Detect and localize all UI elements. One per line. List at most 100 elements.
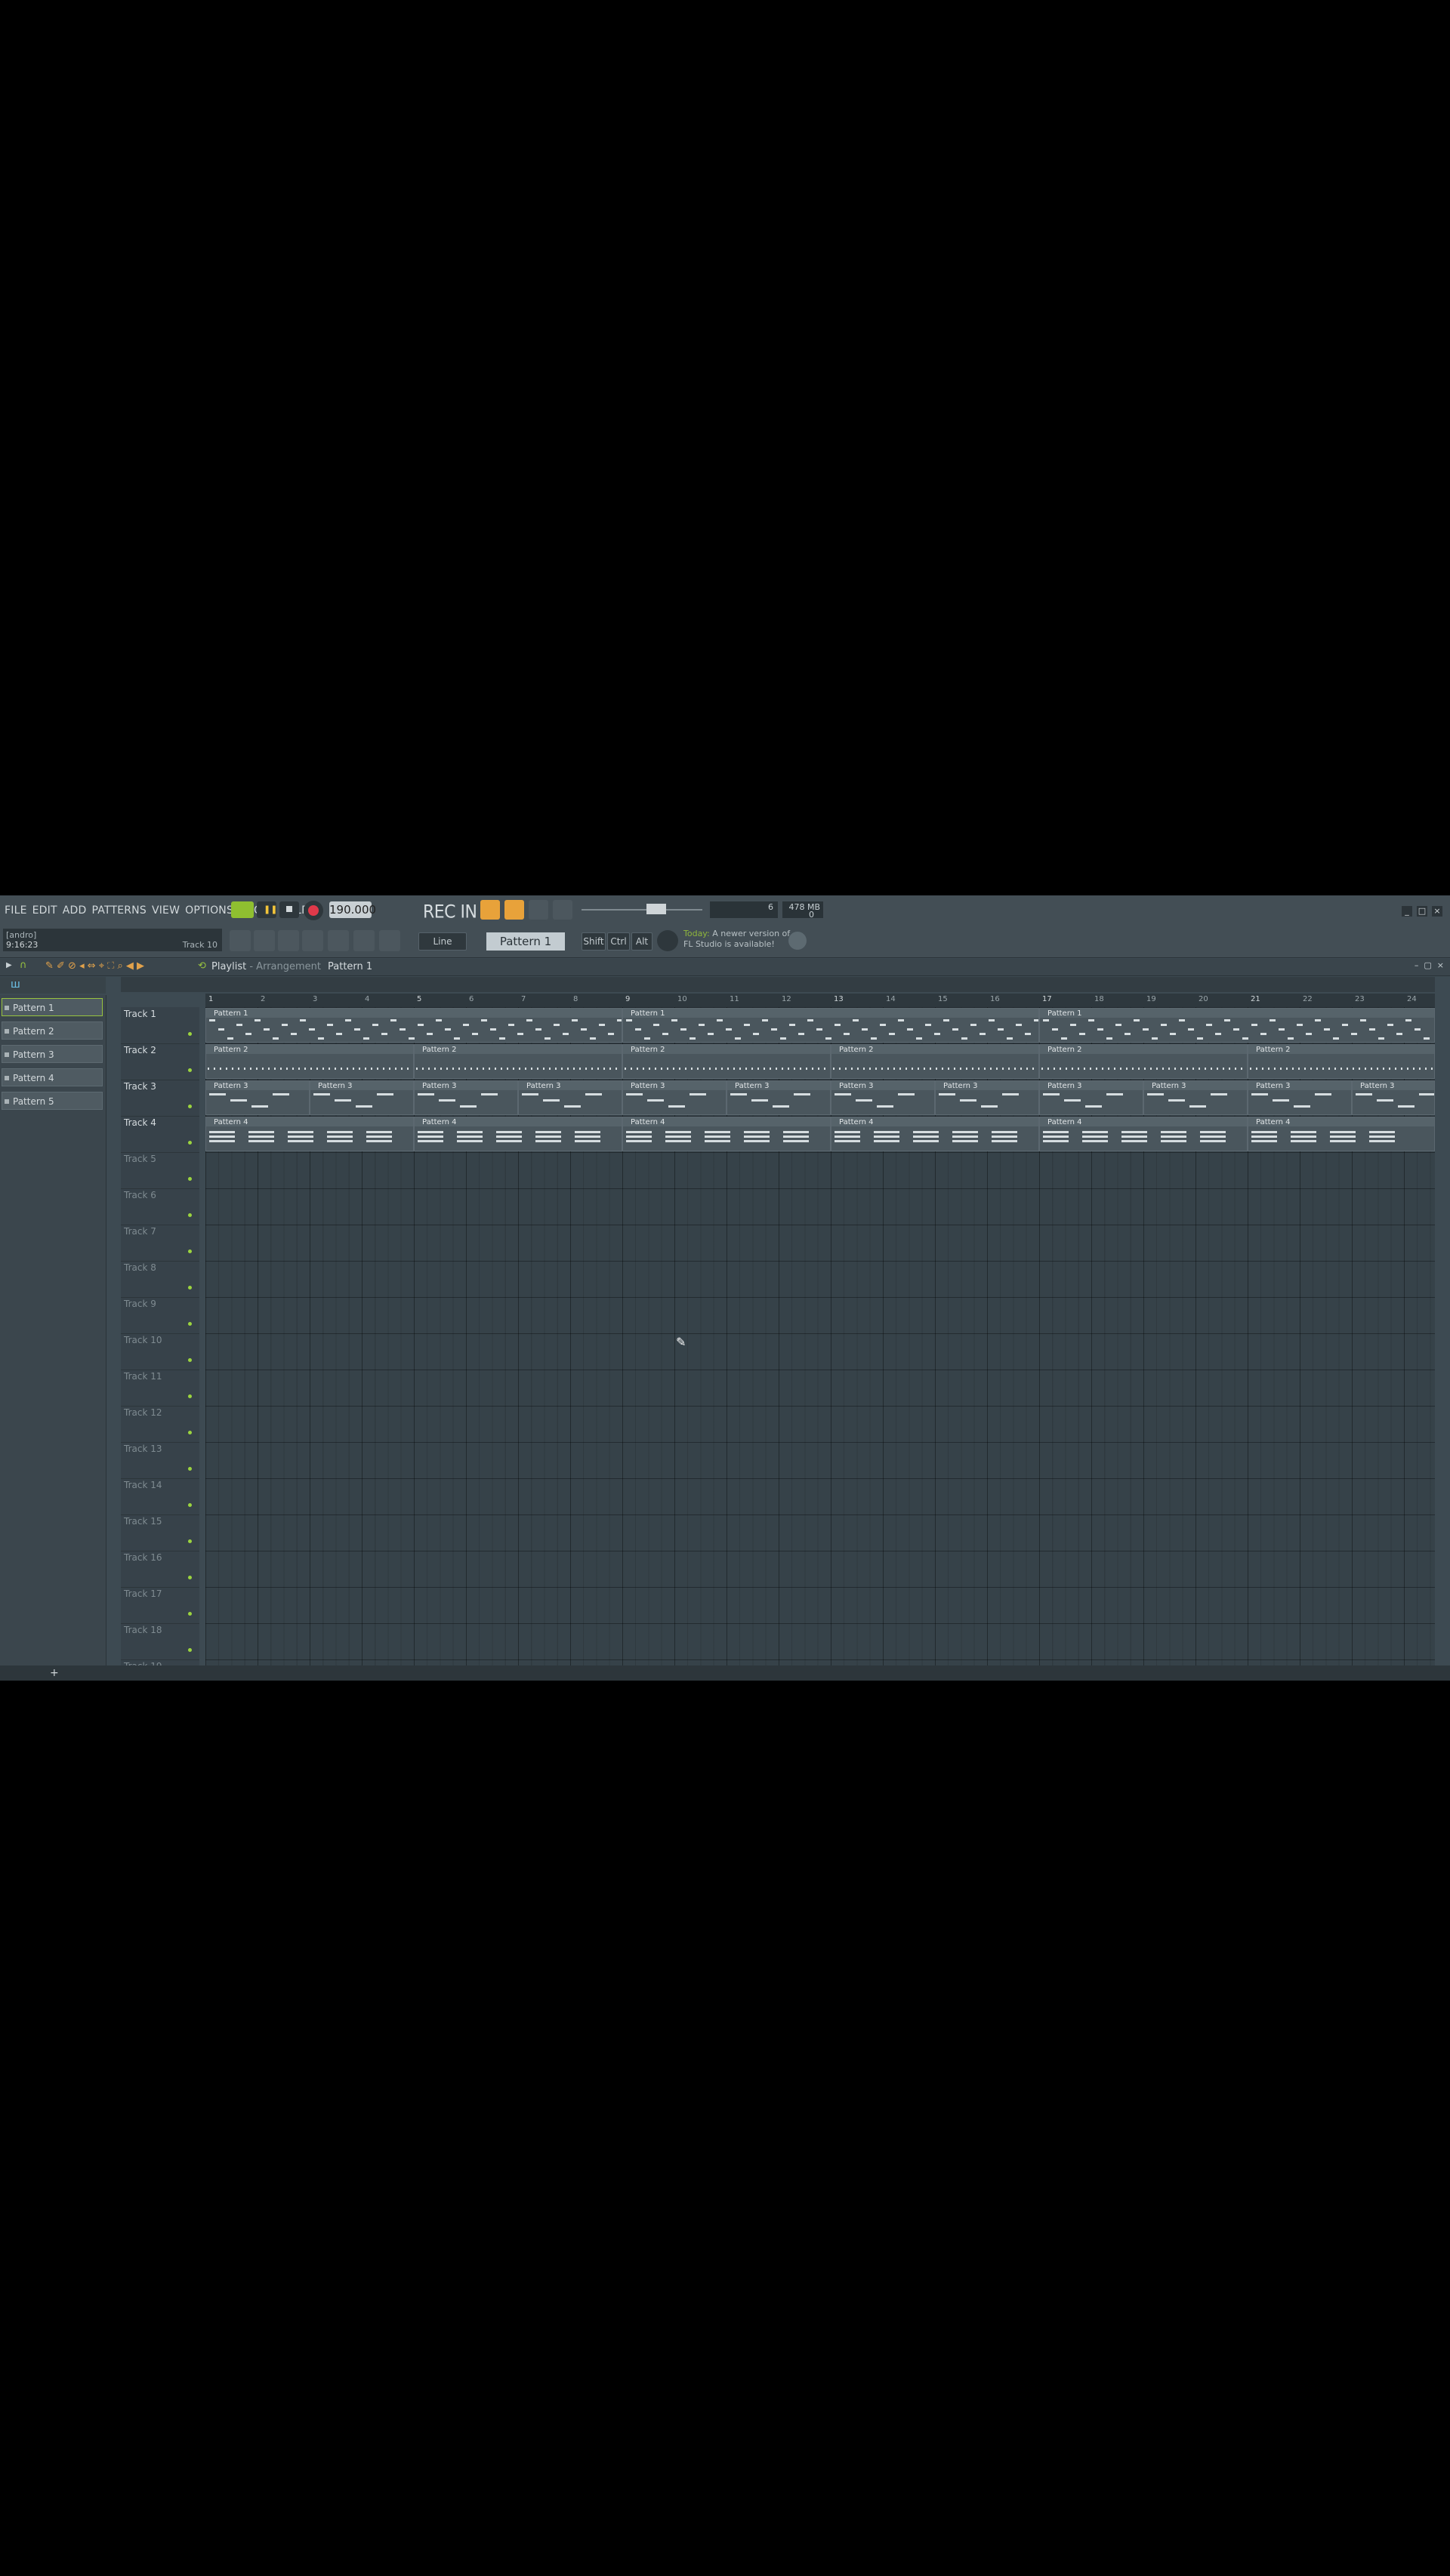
picker-pattern-2[interactable]: Pattern 2: [2, 1021, 103, 1040]
track-mute-icon[interactable]: [188, 1467, 192, 1471]
playlist-clip[interactable]: Pattern 4: [414, 1117, 622, 1151]
playlist-clip[interactable]: Pattern 3: [1039, 1080, 1143, 1115]
menu-item-view[interactable]: VIEW: [150, 904, 184, 917]
browser-icon[interactable]: [302, 930, 323, 951]
minimize-icon[interactable]: _: [1402, 906, 1412, 917]
close-icon[interactable]: ×: [1432, 906, 1442, 917]
shift-button[interactable]: Shift: [582, 932, 606, 951]
track-mute-icon[interactable]: [188, 1068, 192, 1072]
track-header-3[interactable]: Track 3: [121, 1080, 199, 1117]
track-header-11[interactable]: Track 11: [121, 1370, 199, 1407]
channel-rack-icon[interactable]: [353, 930, 375, 951]
playlist-clip[interactable]: Pattern 2: [622, 1044, 831, 1079]
track-header-18[interactable]: Track 18: [121, 1623, 199, 1660]
track-header-14[interactable]: Track 14: [121, 1478, 199, 1515]
menu-item-add[interactable]: ADD: [61, 904, 91, 917]
track-header-9[interactable]: Track 9: [121, 1297, 199, 1334]
menu-item-patterns[interactable]: PATTERNS: [91, 904, 150, 917]
mixer-icon[interactable]: [328, 930, 349, 951]
track-header-13[interactable]: Track 13: [121, 1442, 199, 1479]
playlist-clip[interactable]: Pattern 3: [518, 1080, 622, 1115]
add-icon[interactable]: +: [50, 1667, 59, 1679]
track-mute-icon[interactable]: [188, 1177, 192, 1181]
online-icon[interactable]: [788, 932, 807, 950]
playlist-clip[interactable]: Pattern 3: [622, 1080, 727, 1115]
playlist-clip[interactable]: Pattern 4: [205, 1117, 414, 1151]
draw-tools-icon[interactable]: ✎ ✐ ⊘ ◂ ⇔ ⌖ ⛶ ⌕ ◀ ▶: [45, 960, 144, 972]
picker-pattern-4[interactable]: Pattern 4: [2, 1068, 103, 1086]
picker-pattern-5[interactable]: Pattern 5: [2, 1092, 103, 1110]
track-mute-icon[interactable]: [188, 1394, 192, 1398]
playlist-clip[interactable]: Pattern 2: [1248, 1044, 1436, 1079]
playlist-pattern[interactable]: Pattern 1: [328, 961, 372, 972]
track-mute-icon[interactable]: [188, 1539, 192, 1543]
playlist-clip[interactable]: Pattern 4: [1248, 1117, 1436, 1151]
news-icon[interactable]: [657, 930, 678, 951]
playlist-play-icon[interactable]: ⟲: [198, 960, 206, 972]
playlist-clip[interactable]: Pattern 3: [1143, 1080, 1248, 1115]
menu-item-options[interactable]: OPTIONS: [184, 904, 237, 917]
picker-mode-icon[interactable]: ш: [11, 978, 20, 991]
playlist-clip[interactable]: Pattern 2: [831, 1044, 1039, 1079]
plugin-icon[interactable]: [379, 930, 400, 951]
playlist-clip[interactable]: Pattern 2: [1039, 1044, 1248, 1079]
track-header-17[interactable]: Track 17: [121, 1587, 199, 1624]
track-header-15[interactable]: Track 15: [121, 1514, 199, 1551]
track-mute-icon[interactable]: [188, 1431, 192, 1434]
track-mute-icon[interactable]: [188, 1358, 192, 1362]
track-mute-icon[interactable]: [188, 1503, 192, 1507]
track-header-6[interactable]: Track 6: [121, 1188, 199, 1225]
track-mute-icon[interactable]: [188, 1576, 192, 1579]
maximize-icon[interactable]: □: [1417, 906, 1427, 917]
playlist-clip[interactable]: Pattern 3: [1352, 1080, 1436, 1115]
stop-button[interactable]: [279, 901, 299, 918]
playlist-clip[interactable]: Pattern 1: [622, 1008, 1039, 1043]
track-header-1[interactable]: Track 1: [121, 1007, 199, 1044]
metronome-button[interactable]: [480, 900, 500, 920]
track-header-16[interactable]: Track 16: [121, 1551, 199, 1588]
track-header-2[interactable]: Track 2: [121, 1043, 199, 1080]
playlist-clip[interactable]: Pattern 3: [205, 1080, 310, 1115]
playlist-clip[interactable]: Pattern 2: [205, 1044, 414, 1079]
ctrl-button[interactable]: Ctrl: [607, 932, 630, 951]
playlist-clip[interactable]: Pattern 4: [1039, 1117, 1248, 1151]
track-mute-icon[interactable]: [188, 1032, 192, 1036]
magnet-icon[interactable]: ∩: [20, 960, 27, 971]
playlist-clip[interactable]: Pattern 3: [831, 1080, 935, 1115]
track-mute-icon[interactable]: [188, 1213, 192, 1217]
track-header-8[interactable]: Track 8: [121, 1261, 199, 1298]
menu-item-edit[interactable]: EDIT: [31, 904, 61, 917]
alt-button[interactable]: Alt: [631, 932, 652, 951]
track-header-5[interactable]: Track 5: [121, 1152, 199, 1189]
playlist-clip[interactable]: Pattern 3: [1248, 1080, 1352, 1115]
tempo-display[interactable]: 190.000: [329, 901, 376, 918]
playlist-clip[interactable]: Pattern 1: [1039, 1008, 1436, 1043]
snap-select[interactable]: Line: [418, 932, 467, 951]
track-mute-icon[interactable]: [188, 1249, 192, 1253]
picker-pattern-3[interactable]: Pattern 3: [2, 1045, 103, 1063]
pattern-song-toggle[interactable]: [231, 901, 254, 918]
horizontal-scrollbar[interactable]: +: [0, 1665, 1450, 1681]
playlist-clip[interactable]: Pattern 3: [727, 1080, 831, 1115]
news-panel[interactable]: Today: A newer version of FL Studio is a…: [683, 929, 790, 950]
track-mute-icon[interactable]: [188, 1286, 192, 1290]
timeline-ruler[interactable]: 1 2 3 4 5 6 7 8 9 10 11 12 13 14 15 16 17 18 19 20 21 22 23 24: [205, 994, 1435, 1008]
track-header-10[interactable]: Track 10: [121, 1333, 199, 1370]
countdown-button[interactable]: [504, 900, 524, 920]
track-mute-icon[interactable]: [188, 1612, 192, 1616]
step-sequencer-icon[interactable]: [254, 930, 275, 951]
loop-record-button[interactable]: [553, 900, 572, 920]
playlist-grid[interactable]: Pattern 1 Pattern 1 Pattern 1 Pattern 2 Patt…: [205, 1007, 1436, 1672]
piano-roll-icon[interactable]: [278, 930, 299, 951]
track-mute-icon[interactable]: [188, 1322, 192, 1326]
track-mute-icon[interactable]: [188, 1105, 192, 1108]
playlist-clip[interactable]: Pattern 4: [831, 1117, 1039, 1151]
record-button[interactable]: [304, 901, 323, 920]
track-header-7[interactable]: Track 7: [121, 1225, 199, 1262]
picker-pattern-1[interactable]: Pattern 1: [2, 998, 103, 1016]
master-volume-slider[interactable]: [582, 904, 702, 914]
playlist-clip[interactable]: Pattern 3: [310, 1080, 414, 1115]
playlist-window-controls[interactable]: – ▢ ×: [1415, 960, 1444, 970]
pattern-selector[interactable]: Pattern 1: [486, 932, 565, 951]
playlist-clip[interactable]: Pattern 3: [414, 1080, 518, 1115]
